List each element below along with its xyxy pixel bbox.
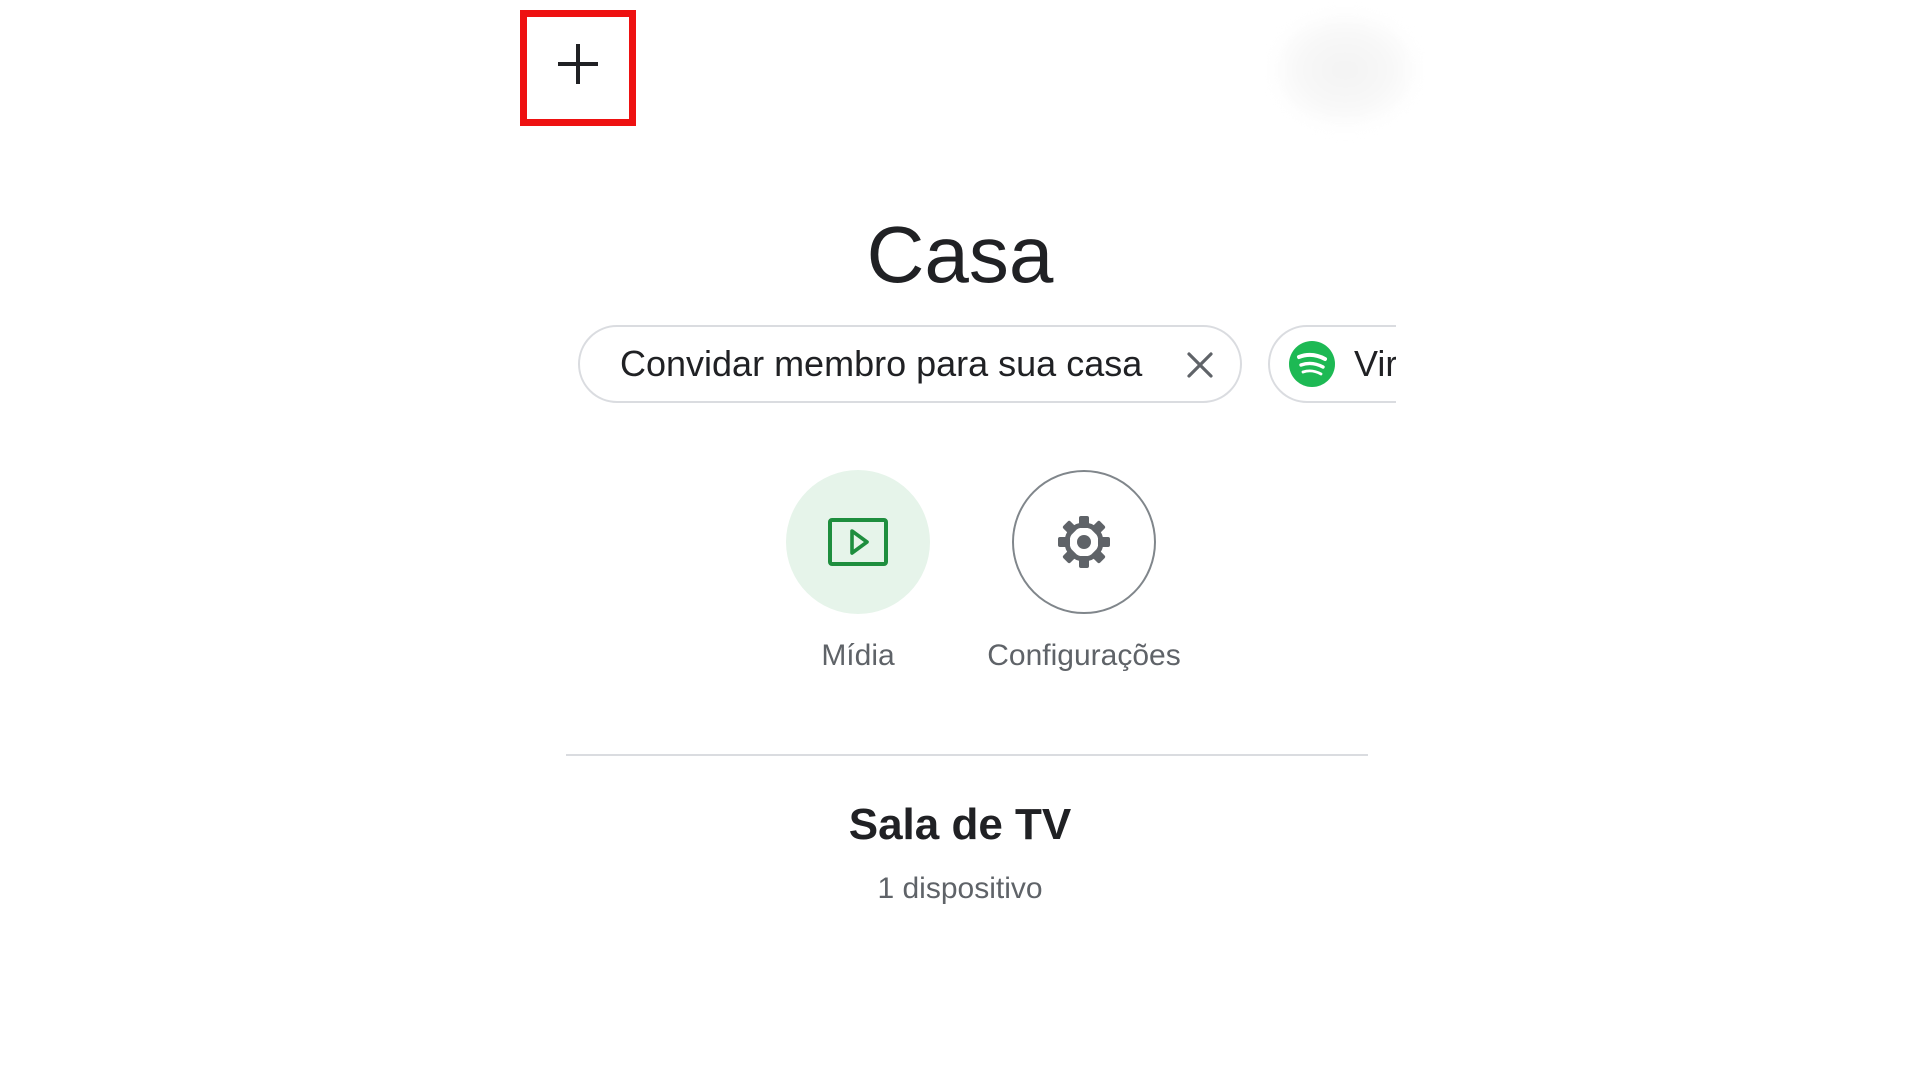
section-divider <box>566 754 1368 756</box>
media-action[interactable]: Mídia <box>728 470 988 676</box>
plus-icon <box>558 44 598 84</box>
settings-label: Configurações <box>987 639 1181 672</box>
home-screen: Casa Convidar membro para sua casa Vir M… <box>0 0 1920 1080</box>
close-icon[interactable] <box>1182 347 1218 383</box>
settings-button[interactable] <box>1012 470 1156 614</box>
page-title: Casa <box>866 210 1054 299</box>
play-icon <box>828 518 888 566</box>
suggestion-chips: Convidar membro para sua casa Vir <box>578 325 1396 405</box>
spotify-chip-label: Vir <box>1354 343 1396 384</box>
spotify-chip[interactable]: Vir <box>1268 325 1396 403</box>
room-device-count: 1 dispositivo <box>877 872 1043 905</box>
room-name[interactable]: Sala de TV <box>0 800 1920 850</box>
invite-member-label: Convidar membro para sua casa <box>620 343 1143 384</box>
add-button[interactable] <box>536 22 620 106</box>
gear-icon <box>1058 516 1110 568</box>
media-button[interactable] <box>786 470 930 614</box>
spotify-icon <box>1289 341 1335 387</box>
media-label: Mídia <box>821 639 895 672</box>
account-avatar-blurred[interactable] <box>1270 10 1420 130</box>
settings-action[interactable]: Configurações <box>954 470 1214 676</box>
invite-member-chip[interactable]: Convidar membro para sua casa <box>578 325 1242 403</box>
